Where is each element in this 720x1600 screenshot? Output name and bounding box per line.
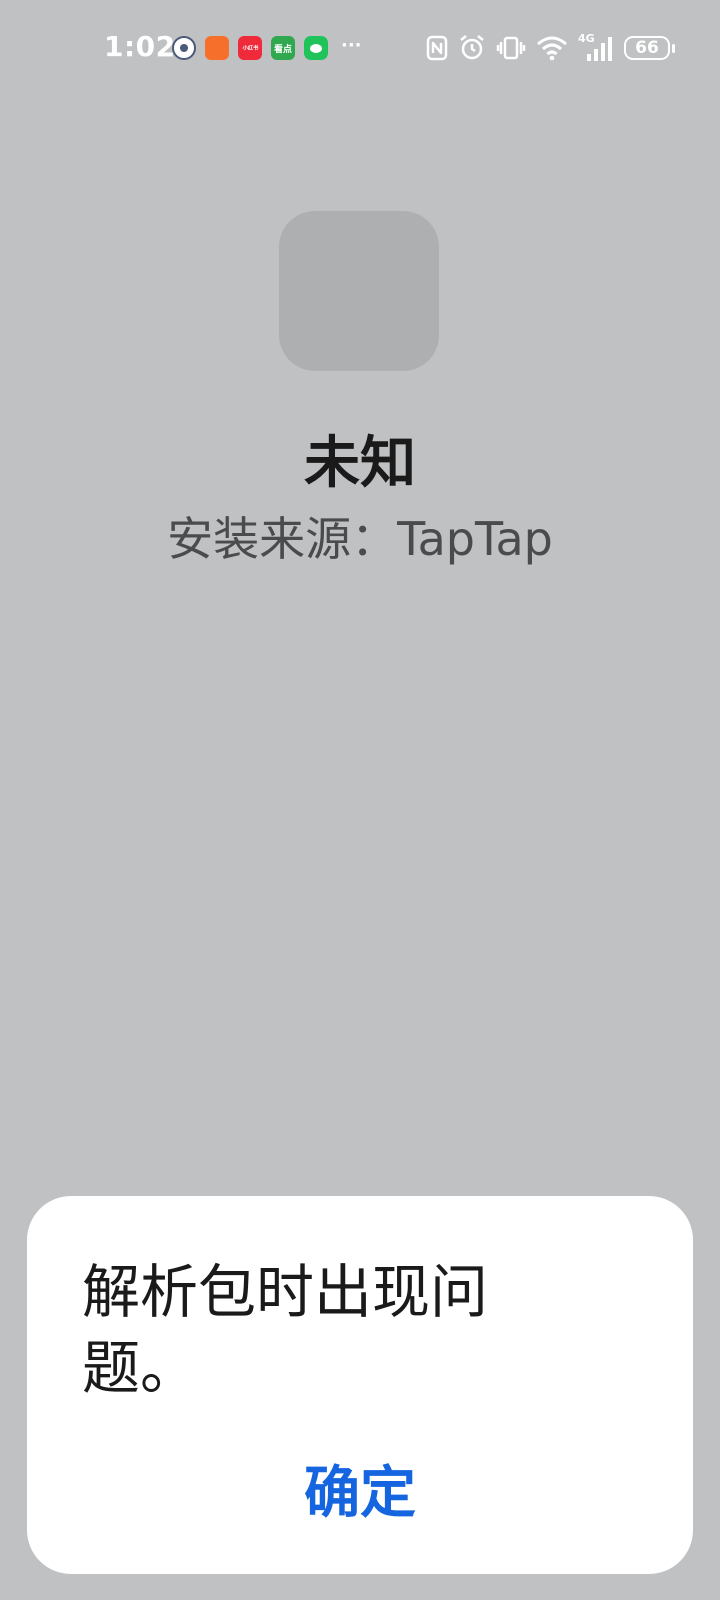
more-notifications-icon: ··· [341, 34, 362, 56]
confirm-button[interactable]: 确定 [27, 1454, 693, 1534]
cellular-signal: 4G [578, 32, 614, 62]
orange-app-icon [205, 36, 229, 60]
dialog-message: 解析包时出现问题。 [82, 1258, 489, 1402]
battery-level: 66 [635, 38, 659, 58]
error-dialog: 解析包时出现问题。 确定 [27, 1196, 693, 1574]
signal-icon [587, 37, 612, 61]
xiaohongshu-icon: 小红书 [238, 36, 262, 60]
installer-screen: 1:02 小红书 看点 ··· 4G 66 未知 安装来源：TapTap 解析包… [0, 0, 720, 1600]
system-icons: 4G 66 [426, 30, 675, 66]
gov-app-icon [172, 36, 196, 60]
alarm-icon [460, 35, 484, 60]
app-placeholder-icon [279, 211, 439, 371]
wechat-icon [304, 36, 328, 60]
notification-icons: 小红书 看点 ··· [172, 34, 362, 60]
status-bar: 1:02 小红书 看点 ··· 4G 66 [0, 0, 720, 96]
wifi-icon [537, 36, 567, 61]
vibrate-icon [496, 36, 526, 60]
battery-icon: 66 [624, 36, 675, 60]
status-time: 1:02 [104, 30, 176, 63]
kandian-icon: 看点 [271, 36, 295, 60]
app-name: 未知 [304, 431, 416, 496]
install-source: 安装来源：TapTap [167, 512, 553, 566]
nfc-icon [426, 35, 448, 61]
